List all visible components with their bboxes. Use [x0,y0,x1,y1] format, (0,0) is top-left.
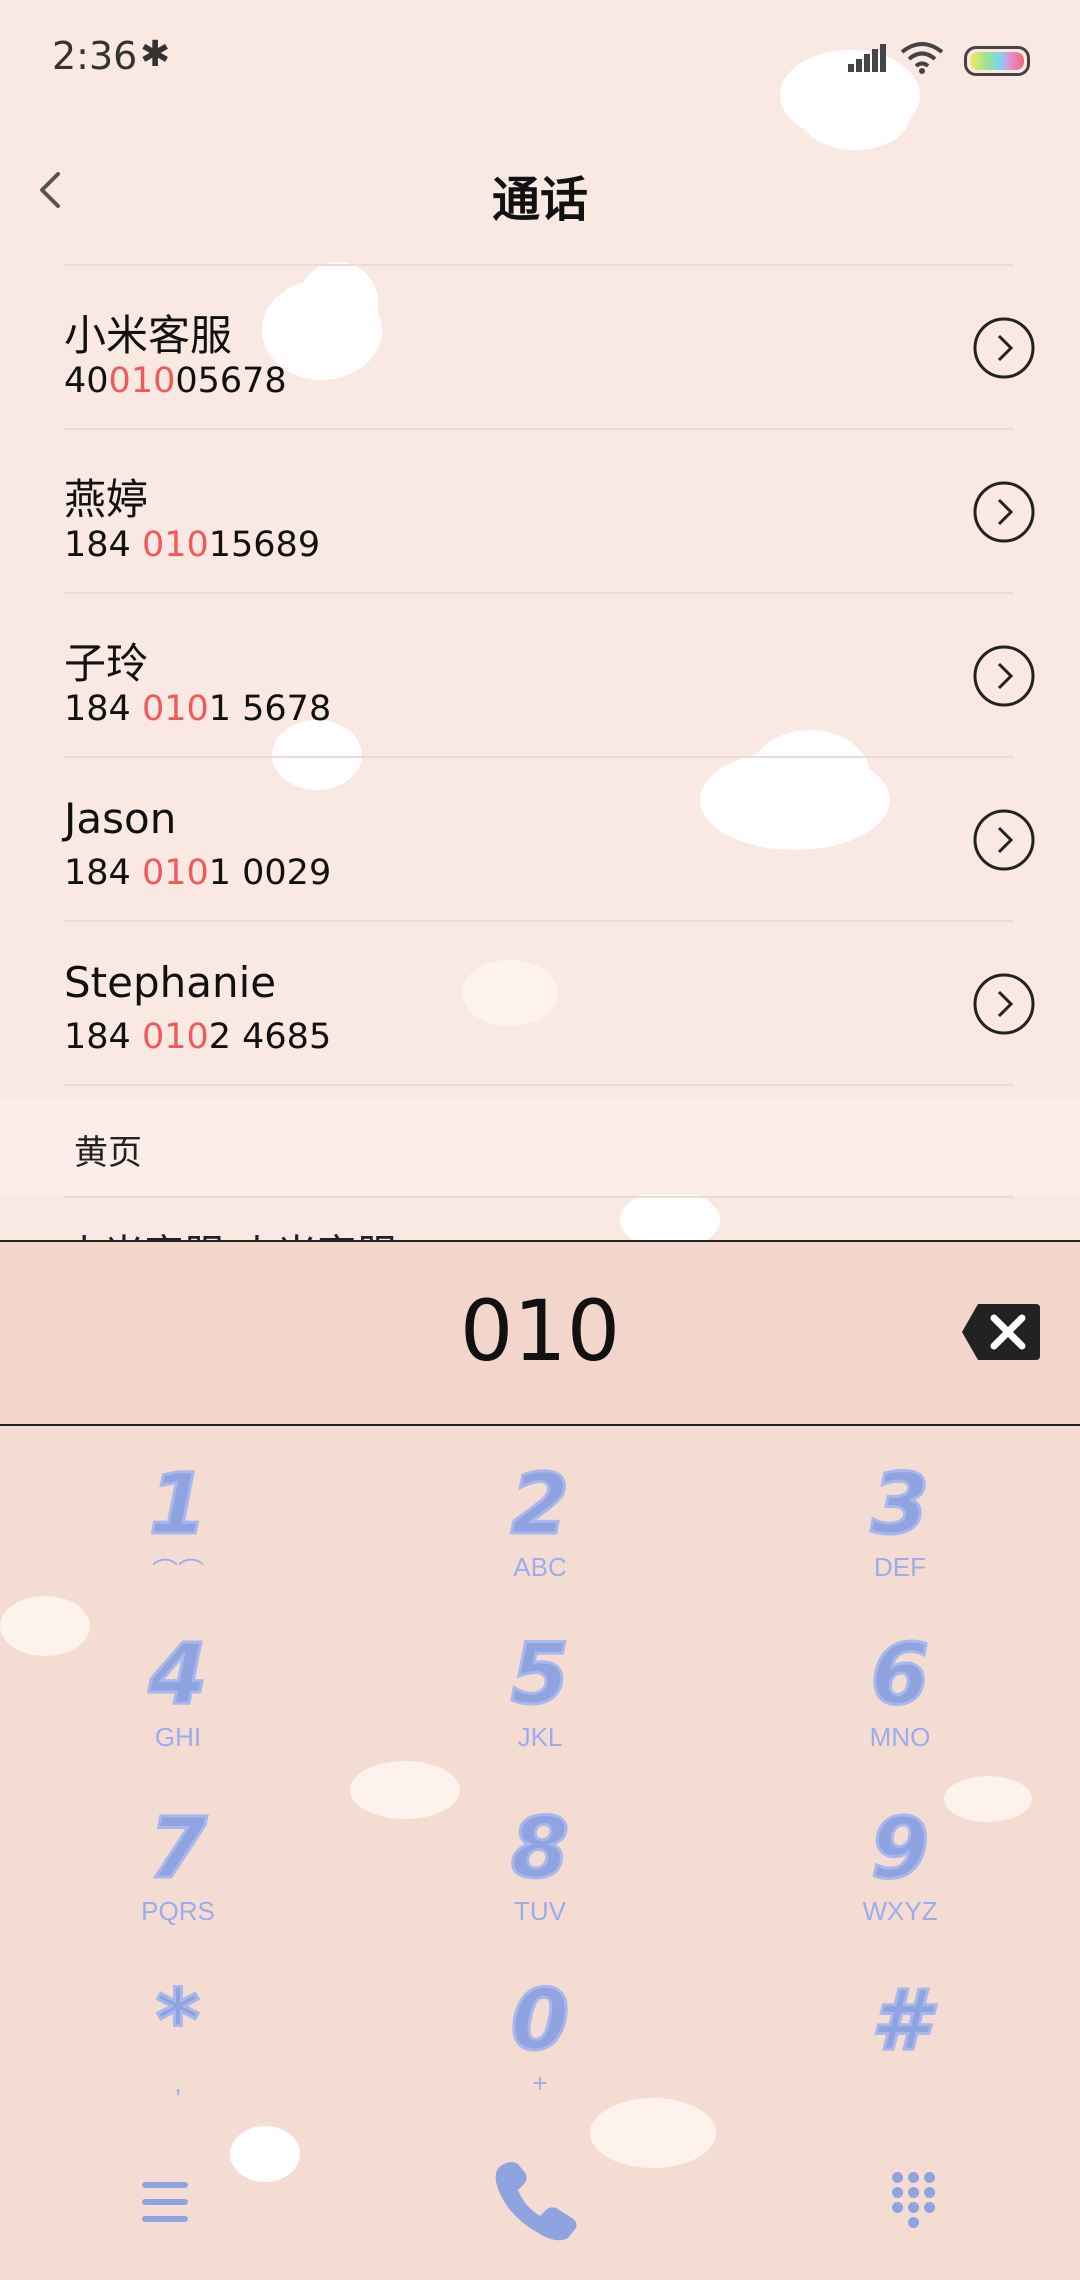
phone-icon[interactable] [490,2158,586,2246]
status-time: 2:36 [52,34,138,78]
key-7[interactable]: 7 PQRS [78,1799,278,1960]
divider [64,1084,1014,1086]
key-2[interactable]: 2 ABC [440,1455,640,1616]
divider [64,1196,1014,1198]
cloud-decoration [0,1596,90,1656]
battery-icon [964,46,1030,76]
contact-row[interactable]: 子玲 184 0101 5678 [0,594,1080,758]
contact-number: 4001005678 [64,361,287,401]
contact-name: Stephanie [64,958,277,1007]
key-1[interactable]: 1 ⌒⌒ [78,1455,278,1616]
wifi-icon [900,42,944,74]
voicemail-icon: ⌒⌒ [151,1557,204,1587]
backspace-icon[interactable] [960,1302,1042,1362]
chevron-right-circle-icon[interactable] [972,644,1036,708]
contact-name: 小米客服 [64,311,233,360]
key-star[interactable]: *, [78,1971,278,2132]
key-5[interactable]: 5 JKL [440,1625,640,1786]
section-header-yellow-pages: 黄页 [74,1133,142,1173]
chevron-right-circle-icon[interactable] [972,972,1036,1036]
contact-row[interactable]: Jason 184 0101 0029 [0,758,1080,922]
bluetooth-icon: ✱ [140,34,171,75]
chevron-right-circle-icon[interactable] [972,808,1036,872]
chevron-right-circle-icon[interactable] [972,480,1036,544]
contact-name: Jason [64,794,177,843]
key-6[interactable]: 6 MNO [800,1625,1000,1786]
menu-icon[interactable] [142,2182,188,2222]
contact-row[interactable]: 小米客服 4001005678 [0,266,1080,430]
contact-number: 184 0101 0029 [64,853,332,893]
section-header-band [0,1100,1080,1195]
key-0[interactable]: 0 + [440,1971,640,2132]
key-3[interactable]: 3 DEF [800,1455,1000,1616]
signal-icon [848,44,886,72]
dial-input[interactable]: 010 [0,1282,1080,1380]
page-title: 通话 [491,172,588,228]
dial-input-bar: 010 [0,1240,1080,1426]
contact-row[interactable]: 燕婷 184 01015689 [0,430,1080,594]
dialpad-icon[interactable] [892,2172,936,2228]
key-4[interactable]: 4 GHI [78,1625,278,1786]
header: 通话 [0,130,1080,250]
bottom-bar [0,2120,1080,2280]
contact-number: 184 0102 4685 [64,1017,332,1057]
key-8[interactable]: 8 TUV [440,1799,640,1960]
key-9[interactable]: 9 WXYZ [800,1799,1000,1960]
key-hash[interactable]: # [800,1971,1000,2132]
contact-name: 子玲 [64,639,149,688]
contact-name: 燕婷 [64,475,149,524]
chevron-right-circle-icon[interactable] [972,316,1036,380]
status-bar: 2:36 ✱ [0,0,1080,120]
contact-row[interactable]: Stephanie 184 0102 4685 [0,922,1080,1086]
contact-number: 184 01015689 [64,525,321,565]
yellow-pages-item[interactable]: 小米客服 小米客服 [64,1222,397,1240]
contact-number: 184 0101 5678 [64,689,332,729]
